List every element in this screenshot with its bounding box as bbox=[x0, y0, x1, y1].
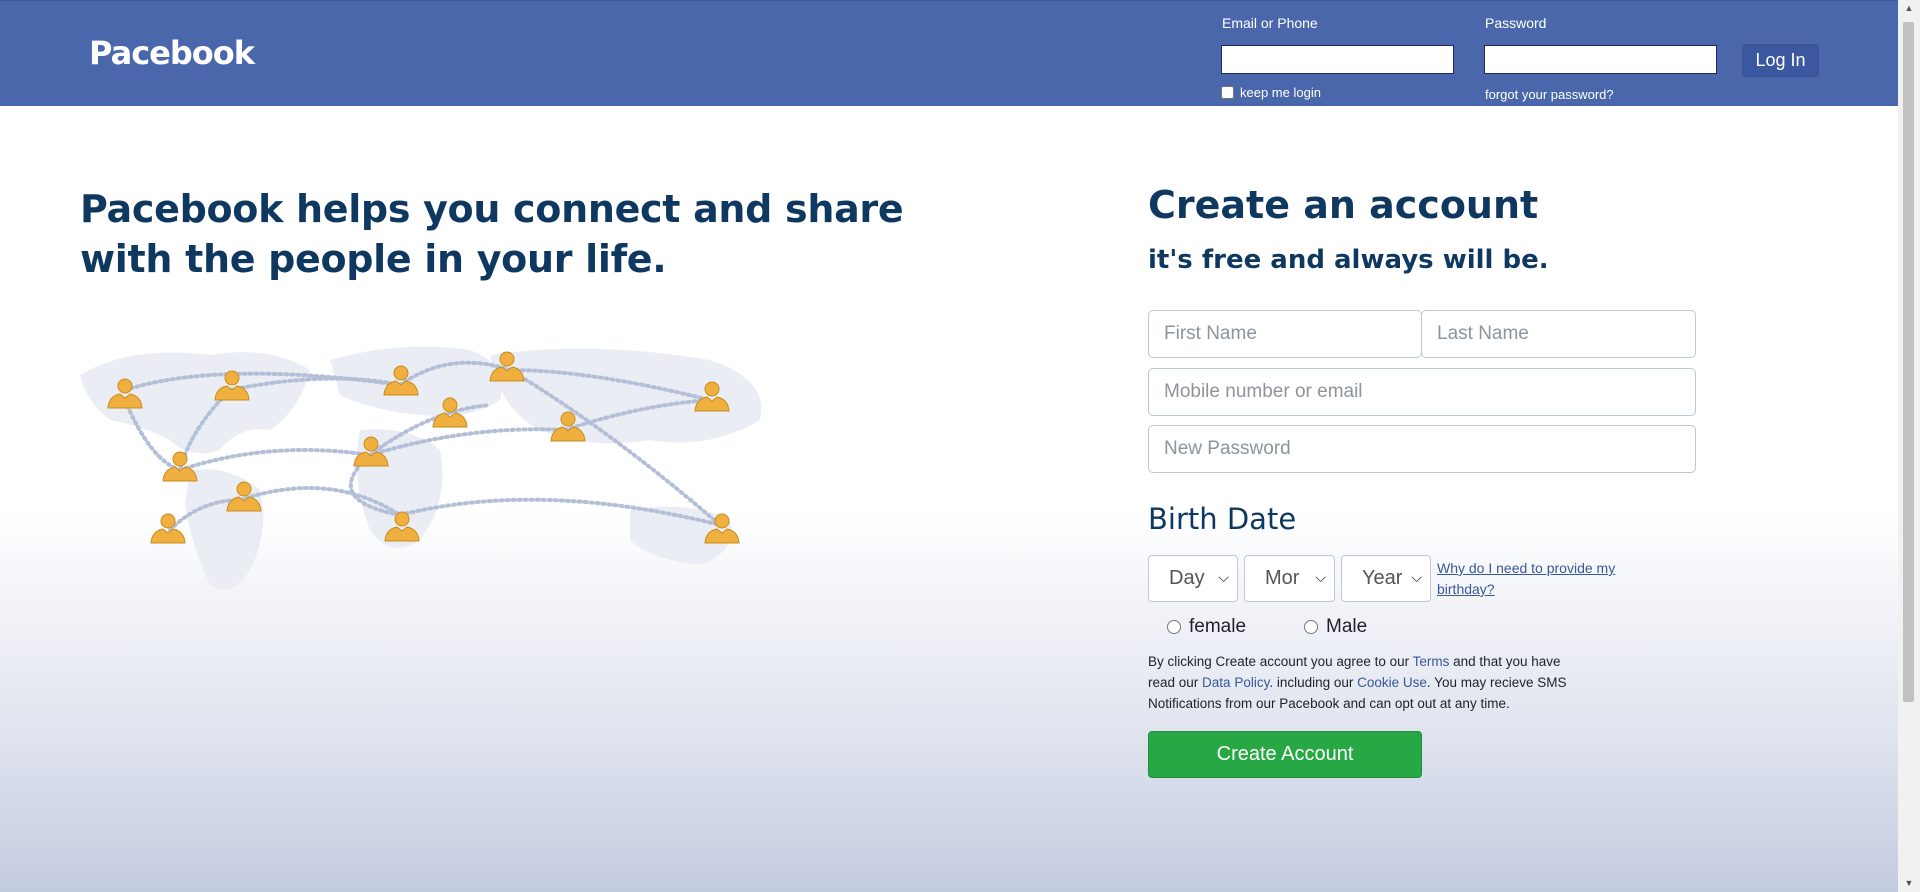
keep-login-label: keep me login bbox=[1240, 85, 1321, 100]
login-password-input[interactable] bbox=[1484, 45, 1717, 74]
email-label: Email or Phone bbox=[1222, 15, 1318, 31]
first-name-input[interactable] bbox=[1148, 310, 1422, 358]
top-header: Pacebook Email or Phone Password keep me… bbox=[0, 0, 1898, 106]
create-account-subtitle: it's free and always will be. bbox=[1148, 245, 1549, 275]
chevron-down-icon: ⌵ bbox=[1315, 569, 1326, 585]
birth-year-select[interactable]: Year ⌵ bbox=[1341, 555, 1431, 602]
keep-login-checkbox[interactable] bbox=[1221, 86, 1234, 99]
hero-headline: Pacebook helps you connect and share wit… bbox=[80, 187, 904, 281]
male-label: Male bbox=[1326, 616, 1368, 637]
birth-day-select[interactable]: Day ⌵ bbox=[1148, 555, 1238, 602]
birth-day-value: Day bbox=[1169, 567, 1205, 589]
gender-female-option[interactable]: female bbox=[1167, 616, 1246, 638]
site-logo[interactable]: Pacebook bbox=[89, 34, 255, 72]
cookie-use-link[interactable]: Cookie Use bbox=[1357, 675, 1427, 690]
data-policy-link[interactable]: Data Policy bbox=[1202, 675, 1269, 690]
birth-year-value: Year bbox=[1362, 567, 1403, 589]
terms-text-part: By clicking Create account you agree to … bbox=[1148, 654, 1413, 669]
password-label: Password bbox=[1485, 15, 1547, 31]
terms-link[interactable]: Terms bbox=[1413, 654, 1450, 669]
female-label: female bbox=[1189, 616, 1247, 637]
forgot-password-link[interactable]: forgot your password? bbox=[1485, 87, 1614, 102]
terms-text: By clicking Create account you agree to … bbox=[1148, 651, 1588, 714]
login-button[interactable]: Log In bbox=[1742, 44, 1819, 77]
last-name-input[interactable] bbox=[1421, 310, 1696, 358]
female-radio[interactable] bbox=[1167, 620, 1181, 634]
login-email-input[interactable] bbox=[1221, 45, 1454, 74]
why-birthday-link[interactable]: Why do I need to provide my birthday? bbox=[1437, 558, 1637, 600]
scroll-down-icon[interactable]: ▼ bbox=[1898, 875, 1920, 892]
create-account-button[interactable]: Create Account bbox=[1148, 731, 1422, 778]
new-password-input[interactable] bbox=[1148, 425, 1696, 473]
keep-login-option[interactable]: keep me login bbox=[1221, 85, 1321, 100]
chevron-down-icon: ⌵ bbox=[1218, 569, 1229, 585]
scrollbar-thumb[interactable] bbox=[1903, 22, 1914, 702]
world-map-icon bbox=[80, 346, 762, 590]
birth-month-select[interactable]: Mor ⌵ bbox=[1244, 555, 1335, 602]
terms-text-part: . including our bbox=[1269, 675, 1358, 690]
male-radio[interactable] bbox=[1304, 620, 1318, 634]
birth-month-value: Mor bbox=[1265, 567, 1300, 589]
mobile-email-input[interactable] bbox=[1148, 368, 1696, 416]
birth-date-title: Birth Date bbox=[1148, 502, 1297, 536]
chevron-down-icon: ⌵ bbox=[1411, 569, 1422, 585]
create-account-title: Create an account bbox=[1148, 183, 1539, 227]
gender-male-option[interactable]: Male bbox=[1304, 616, 1367, 638]
scroll-up-icon[interactable]: ▲ bbox=[1898, 0, 1920, 17]
